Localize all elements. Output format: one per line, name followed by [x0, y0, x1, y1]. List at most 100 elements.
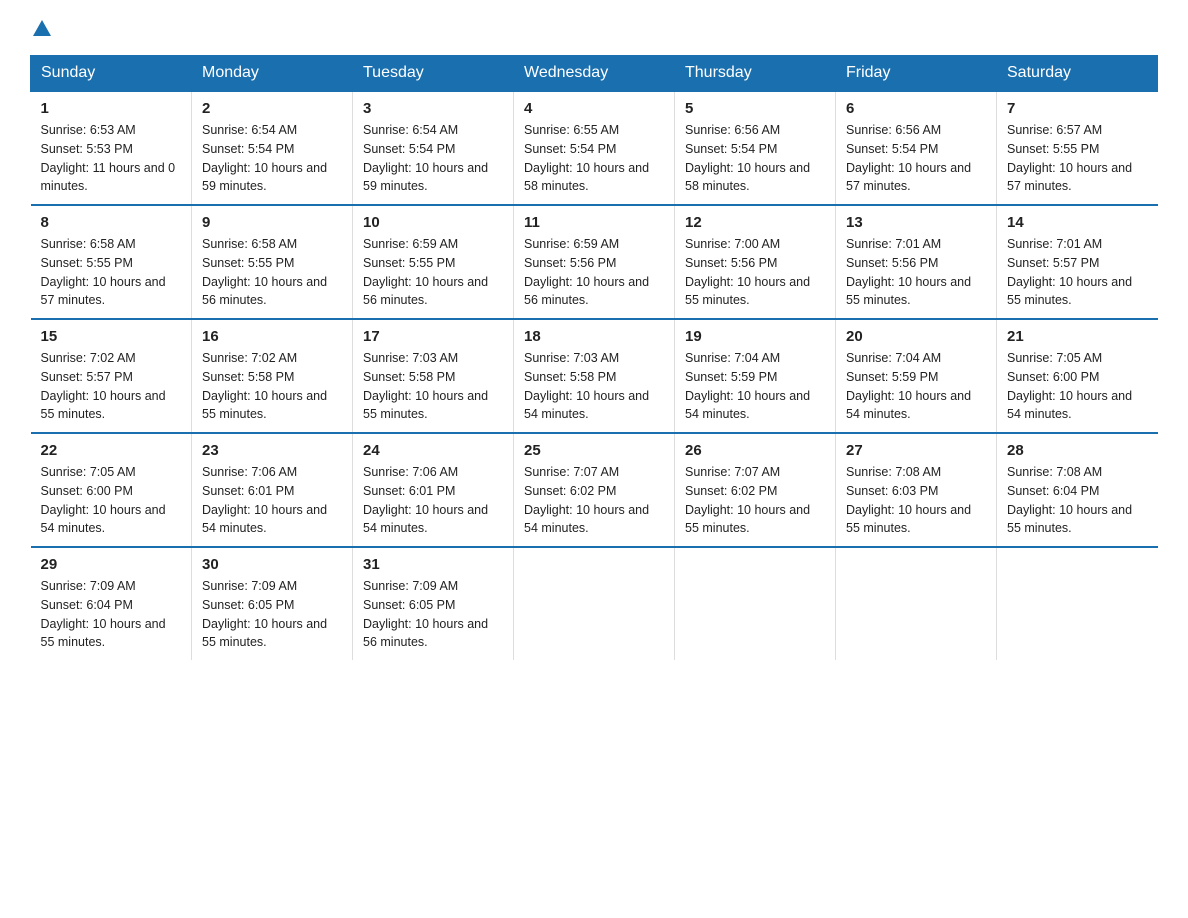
day-number: 7 — [1007, 100, 1148, 117]
day-info: Sunrise: 7:07 AMSunset: 6:02 PMDaylight:… — [524, 465, 649, 535]
day-info: Sunrise: 7:03 AMSunset: 5:58 PMDaylight:… — [363, 351, 488, 421]
day-number: 5 — [685, 100, 825, 117]
day-info: Sunrise: 7:09 AMSunset: 6:05 PMDaylight:… — [202, 579, 327, 649]
day-info: Sunrise: 6:55 AMSunset: 5:54 PMDaylight:… — [524, 123, 649, 193]
day-cell: 7 Sunrise: 6:57 AMSunset: 5:55 PMDayligh… — [997, 91, 1158, 205]
day-info: Sunrise: 7:03 AMSunset: 5:58 PMDaylight:… — [524, 351, 649, 421]
day-info: Sunrise: 7:07 AMSunset: 6:02 PMDaylight:… — [685, 465, 810, 535]
day-info: Sunrise: 7:09 AMSunset: 6:05 PMDaylight:… — [363, 579, 488, 649]
day-number: 28 — [1007, 442, 1148, 459]
day-info: Sunrise: 7:00 AMSunset: 5:56 PMDaylight:… — [685, 237, 810, 307]
day-cell: 1 Sunrise: 6:53 AMSunset: 5:53 PMDayligh… — [31, 91, 192, 205]
day-number: 11 — [524, 214, 664, 231]
day-cell: 3 Sunrise: 6:54 AMSunset: 5:54 PMDayligh… — [353, 91, 514, 205]
day-cell: 29 Sunrise: 7:09 AMSunset: 6:04 PMDaylig… — [31, 547, 192, 660]
day-cell — [997, 547, 1158, 660]
day-cell: 21 Sunrise: 7:05 AMSunset: 6:00 PMDaylig… — [997, 319, 1158, 433]
day-info: Sunrise: 6:54 AMSunset: 5:54 PMDaylight:… — [202, 123, 327, 193]
day-info: Sunrise: 6:53 AMSunset: 5:53 PMDaylight:… — [41, 123, 176, 193]
day-info: Sunrise: 6:58 AMSunset: 5:55 PMDaylight:… — [41, 237, 166, 307]
calendar-header-row: SundayMondayTuesdayWednesdayThursdayFrid… — [31, 56, 1158, 92]
col-header-friday: Friday — [836, 56, 997, 92]
col-header-thursday: Thursday — [675, 56, 836, 92]
day-number: 30 — [202, 556, 342, 573]
day-cell: 17 Sunrise: 7:03 AMSunset: 5:58 PMDaylig… — [353, 319, 514, 433]
logo — [30, 20, 51, 37]
day-info: Sunrise: 7:09 AMSunset: 6:04 PMDaylight:… — [41, 579, 166, 649]
col-header-sunday: Sunday — [31, 56, 192, 92]
day-number: 21 — [1007, 328, 1148, 345]
day-cell — [675, 547, 836, 660]
day-info: Sunrise: 7:01 AMSunset: 5:56 PMDaylight:… — [846, 237, 971, 307]
day-number: 8 — [41, 214, 182, 231]
day-info: Sunrise: 6:56 AMSunset: 5:54 PMDaylight:… — [846, 123, 971, 193]
week-row-5: 29 Sunrise: 7:09 AMSunset: 6:04 PMDaylig… — [31, 547, 1158, 660]
day-info: Sunrise: 7:02 AMSunset: 5:57 PMDaylight:… — [41, 351, 166, 421]
day-cell: 12 Sunrise: 7:00 AMSunset: 5:56 PMDaylig… — [675, 205, 836, 319]
day-cell: 25 Sunrise: 7:07 AMSunset: 6:02 PMDaylig… — [514, 433, 675, 547]
day-cell: 13 Sunrise: 7:01 AMSunset: 5:56 PMDaylig… — [836, 205, 997, 319]
day-number: 12 — [685, 214, 825, 231]
day-number: 10 — [363, 214, 503, 231]
day-cell: 22 Sunrise: 7:05 AMSunset: 6:00 PMDaylig… — [31, 433, 192, 547]
day-number: 1 — [41, 100, 182, 117]
day-cell: 30 Sunrise: 7:09 AMSunset: 6:05 PMDaylig… — [192, 547, 353, 660]
col-header-monday: Monday — [192, 56, 353, 92]
day-cell: 5 Sunrise: 6:56 AMSunset: 5:54 PMDayligh… — [675, 91, 836, 205]
day-cell: 20 Sunrise: 7:04 AMSunset: 5:59 PMDaylig… — [836, 319, 997, 433]
day-cell: 28 Sunrise: 7:08 AMSunset: 6:04 PMDaylig… — [997, 433, 1158, 547]
day-cell: 31 Sunrise: 7:09 AMSunset: 6:05 PMDaylig… — [353, 547, 514, 660]
day-cell: 4 Sunrise: 6:55 AMSunset: 5:54 PMDayligh… — [514, 91, 675, 205]
day-info: Sunrise: 6:57 AMSunset: 5:55 PMDaylight:… — [1007, 123, 1132, 193]
logo-icon — [30, 20, 51, 37]
day-number: 14 — [1007, 214, 1148, 231]
day-cell: 14 Sunrise: 7:01 AMSunset: 5:57 PMDaylig… — [997, 205, 1158, 319]
day-cell: 19 Sunrise: 7:04 AMSunset: 5:59 PMDaylig… — [675, 319, 836, 433]
day-info: Sunrise: 7:02 AMSunset: 5:58 PMDaylight:… — [202, 351, 327, 421]
day-info: Sunrise: 7:04 AMSunset: 5:59 PMDaylight:… — [846, 351, 971, 421]
day-cell: 27 Sunrise: 7:08 AMSunset: 6:03 PMDaylig… — [836, 433, 997, 547]
day-number: 4 — [524, 100, 664, 117]
day-info: Sunrise: 7:08 AMSunset: 6:04 PMDaylight:… — [1007, 465, 1132, 535]
day-info: Sunrise: 7:04 AMSunset: 5:59 PMDaylight:… — [685, 351, 810, 421]
day-number: 3 — [363, 100, 503, 117]
day-cell: 2 Sunrise: 6:54 AMSunset: 5:54 PMDayligh… — [192, 91, 353, 205]
day-info: Sunrise: 7:06 AMSunset: 6:01 PMDaylight:… — [202, 465, 327, 535]
day-number: 22 — [41, 442, 182, 459]
day-number: 2 — [202, 100, 342, 117]
day-cell: 18 Sunrise: 7:03 AMSunset: 5:58 PMDaylig… — [514, 319, 675, 433]
day-cell: 10 Sunrise: 6:59 AMSunset: 5:55 PMDaylig… — [353, 205, 514, 319]
day-number: 15 — [41, 328, 182, 345]
day-info: Sunrise: 7:05 AMSunset: 6:00 PMDaylight:… — [41, 465, 166, 535]
day-info: Sunrise: 6:58 AMSunset: 5:55 PMDaylight:… — [202, 237, 327, 307]
day-number: 16 — [202, 328, 342, 345]
day-cell: 24 Sunrise: 7:06 AMSunset: 6:01 PMDaylig… — [353, 433, 514, 547]
day-number: 13 — [846, 214, 986, 231]
day-number: 19 — [685, 328, 825, 345]
day-info: Sunrise: 7:01 AMSunset: 5:57 PMDaylight:… — [1007, 237, 1132, 307]
day-cell: 15 Sunrise: 7:02 AMSunset: 5:57 PMDaylig… — [31, 319, 192, 433]
day-number: 6 — [846, 100, 986, 117]
day-cell: 9 Sunrise: 6:58 AMSunset: 5:55 PMDayligh… — [192, 205, 353, 319]
day-number: 23 — [202, 442, 342, 459]
day-info: Sunrise: 6:59 AMSunset: 5:55 PMDaylight:… — [363, 237, 488, 307]
day-cell: 16 Sunrise: 7:02 AMSunset: 5:58 PMDaylig… — [192, 319, 353, 433]
day-info: Sunrise: 6:56 AMSunset: 5:54 PMDaylight:… — [685, 123, 810, 193]
week-row-4: 22 Sunrise: 7:05 AMSunset: 6:00 PMDaylig… — [31, 433, 1158, 547]
day-info: Sunrise: 7:05 AMSunset: 6:00 PMDaylight:… — [1007, 351, 1132, 421]
col-header-wednesday: Wednesday — [514, 56, 675, 92]
day-cell: 11 Sunrise: 6:59 AMSunset: 5:56 PMDaylig… — [514, 205, 675, 319]
day-info: Sunrise: 6:59 AMSunset: 5:56 PMDaylight:… — [524, 237, 649, 307]
day-info: Sunrise: 7:06 AMSunset: 6:01 PMDaylight:… — [363, 465, 488, 535]
day-number: 18 — [524, 328, 664, 345]
day-number: 25 — [524, 442, 664, 459]
day-number: 20 — [846, 328, 986, 345]
day-number: 26 — [685, 442, 825, 459]
calendar-table: SundayMondayTuesdayWednesdayThursdayFrid… — [30, 55, 1158, 660]
day-info: Sunrise: 7:08 AMSunset: 6:03 PMDaylight:… — [846, 465, 971, 535]
col-header-saturday: Saturday — [997, 56, 1158, 92]
page-header — [30, 20, 1158, 37]
day-cell: 8 Sunrise: 6:58 AMSunset: 5:55 PMDayligh… — [31, 205, 192, 319]
week-row-3: 15 Sunrise: 7:02 AMSunset: 5:57 PMDaylig… — [31, 319, 1158, 433]
day-info: Sunrise: 6:54 AMSunset: 5:54 PMDaylight:… — [363, 123, 488, 193]
